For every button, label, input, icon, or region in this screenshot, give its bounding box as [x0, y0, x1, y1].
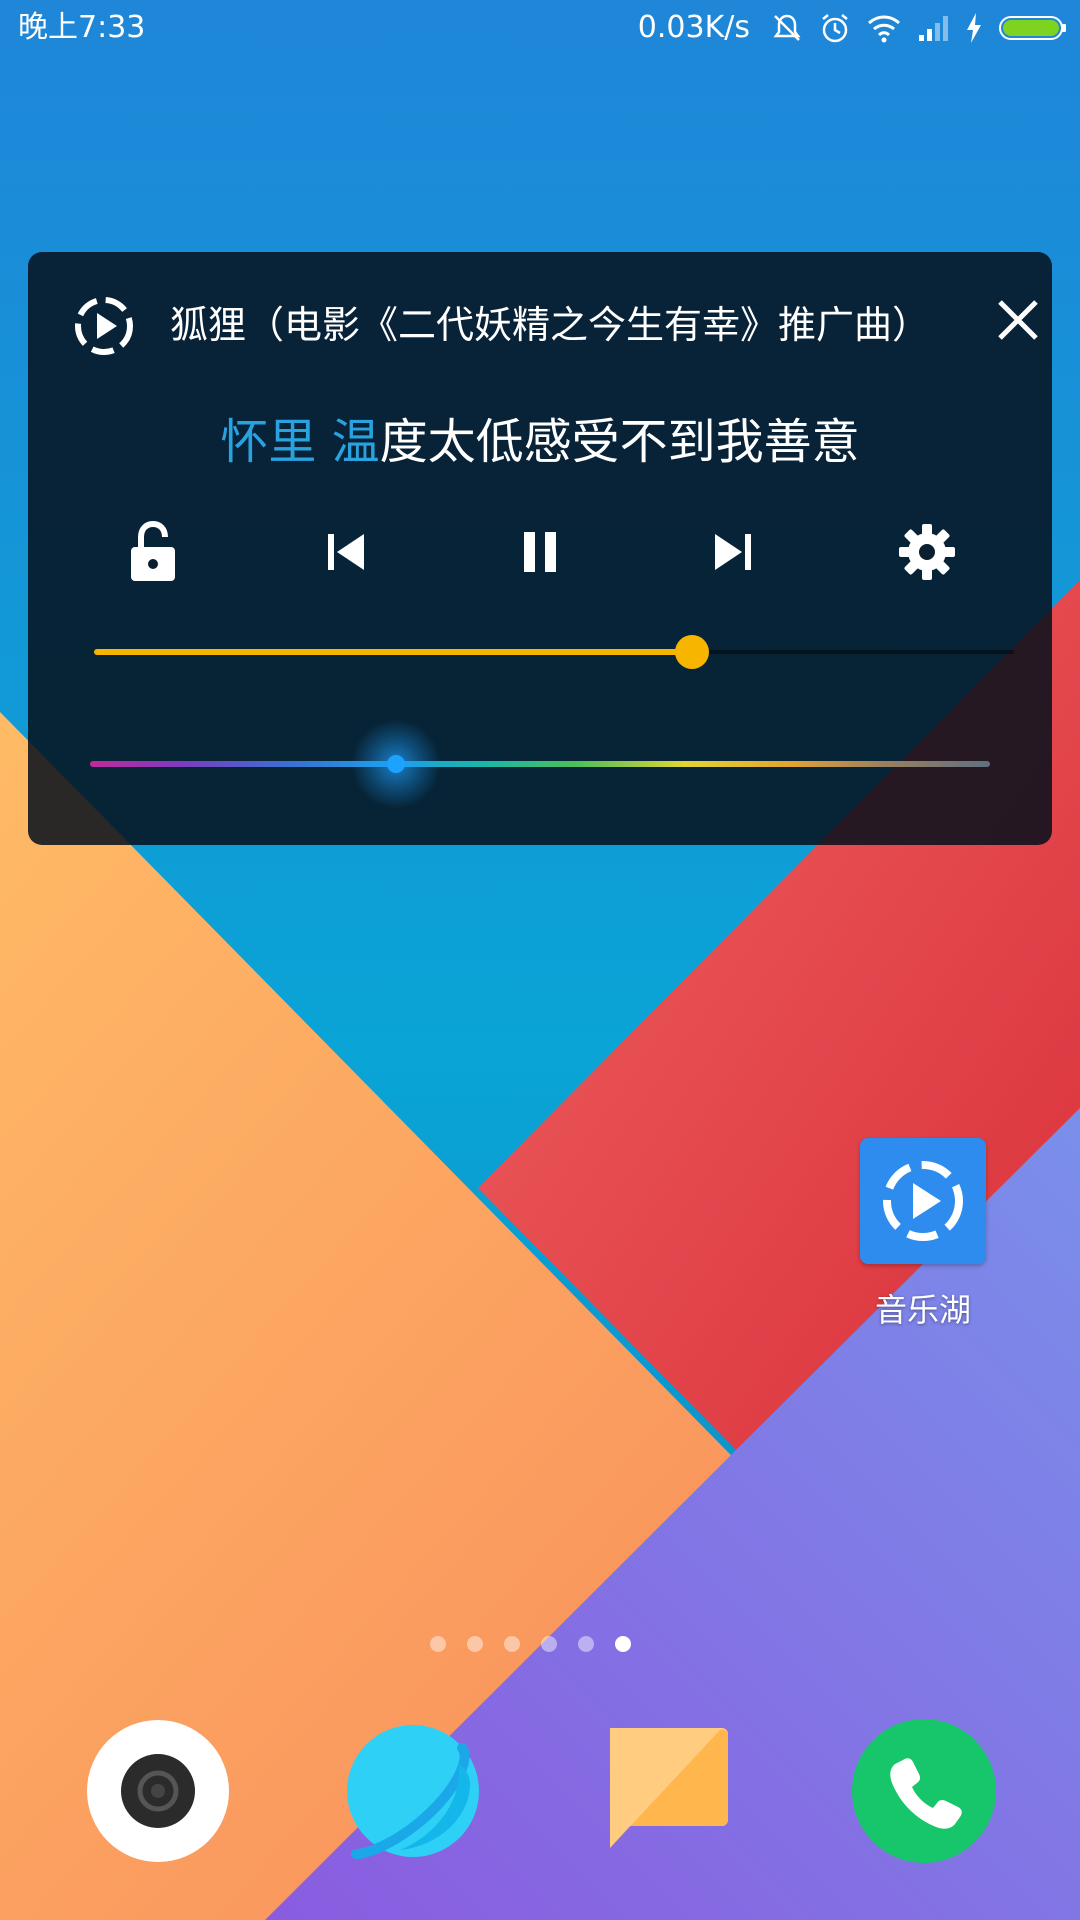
music-app-logo-icon: [75, 297, 133, 355]
page-dot: [578, 1636, 594, 1652]
lyric-unsung: 度太低感受不到我善意: [379, 414, 860, 470]
close-icon[interactable]: [988, 290, 1048, 350]
floating-music-widget[interactable]: 狐狸（电影《二代妖精之今生有幸》推广曲） 怀里 温度太低感受不到我善意: [28, 252, 1052, 845]
dock-phone[interactable]: [851, 1718, 997, 1864]
lyric-line: 怀里 温度太低感受不到我善意: [28, 402, 1052, 482]
page-dot: [541, 1636, 557, 1652]
progress-slider-fill: [94, 649, 692, 655]
dock-browser[interactable]: [340, 1718, 486, 1864]
messages-icon: [610, 1728, 728, 1848]
phone-icon: [852, 1719, 996, 1863]
lyric-color-slider-thumb[interactable]: [387, 755, 405, 773]
lyric-color-slider-track[interactable]: [90, 761, 990, 767]
page-dot: [467, 1636, 483, 1652]
previous-button[interactable]: [296, 502, 396, 602]
battery-icon: [999, 16, 1066, 40]
page-dot: [430, 1636, 446, 1652]
settings-button[interactable]: [877, 502, 977, 602]
lock-button[interactable]: [103, 502, 203, 602]
camera-icon: [87, 1720, 229, 1862]
lyric-sung: 怀里 温: [220, 414, 380, 470]
page-dot-active: [615, 1636, 631, 1652]
alarm-icon: [822, 14, 848, 43]
dock-camera[interactable]: [85, 1718, 231, 1864]
lock-icon: [131, 520, 175, 581]
dock-messages[interactable]: [596, 1718, 742, 1864]
next-icon: [715, 534, 751, 570]
charging-icon: [967, 13, 981, 43]
next-button[interactable]: [683, 502, 783, 602]
previous-icon: [328, 534, 364, 570]
music-lake-icon: [883, 1161, 963, 1241]
page-dot: [504, 1636, 520, 1652]
settings-icon: [899, 524, 955, 580]
song-title: 狐狸（电影《二代妖精之今生有幸》推广曲）: [170, 303, 931, 347]
network-speed: 0.03K/s: [637, 10, 750, 45]
app-icon-label: 音乐湖: [874, 1291, 971, 1329]
progress-slider-thumb[interactable]: [675, 635, 709, 669]
page-indicator: [430, 1636, 631, 1652]
browser-icon: [347, 1725, 479, 1859]
status-bar: 晚上7:33 0.03K/s: [0, 0, 1080, 56]
pause-button[interactable]: [490, 502, 590, 602]
status-icons: 0.03K/s: [638, 8, 1068, 48]
wifi-icon: [868, 15, 900, 43]
signal-icon: [919, 16, 948, 41]
app-icon-music-lake[interactable]: [860, 1138, 986, 1264]
pause-icon: [524, 532, 556, 572]
status-time: 晚上7:33: [18, 10, 146, 45]
mute-icon: [773, 14, 801, 41]
